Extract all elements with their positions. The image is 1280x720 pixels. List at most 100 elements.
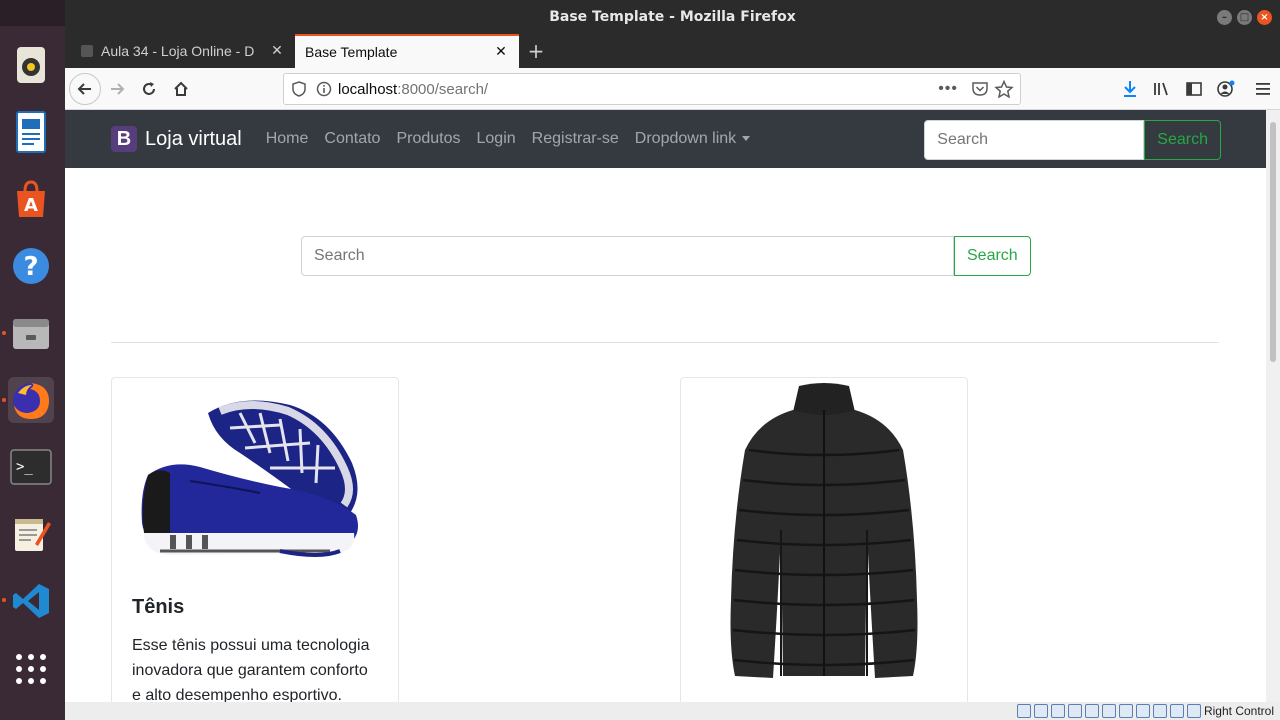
svg-text:?: ? xyxy=(23,252,38,282)
shared-folders-icon[interactable] xyxy=(1101,704,1116,718)
new-tab-button[interactable]: + xyxy=(519,34,553,68)
minimize-button[interactable]: – xyxy=(1217,10,1232,25)
dock-top-bar xyxy=(0,0,65,26)
dropdown-label: Dropdown link xyxy=(634,130,737,147)
bootstrap-logo-icon: B xyxy=(111,126,137,152)
libreoffice-writer-icon[interactable] xyxy=(8,109,54,155)
ubuntu-dock: A ? >_ xyxy=(0,0,65,720)
hard-disk-icon[interactable] xyxy=(1016,704,1031,718)
window-title: Base Template - Mozilla Firefox xyxy=(549,9,796,25)
nav-link-contato[interactable]: Contato xyxy=(324,130,380,148)
library-button[interactable] xyxy=(1146,73,1178,105)
nav-dropdown-link[interactable]: Dropdown link xyxy=(634,130,751,148)
rhythmbox-icon[interactable] xyxy=(8,42,54,88)
download-icon xyxy=(1124,81,1136,97)
host-key-label: Right Control xyxy=(1203,704,1274,718)
nav-link-produtos[interactable]: Produtos xyxy=(396,130,460,148)
dock-running-indicator xyxy=(2,598,6,602)
menu-button[interactable] xyxy=(1248,73,1280,105)
navbar-search-input[interactable] xyxy=(924,120,1145,160)
product-card: Tênis Esse tênis possui uma tecnologia i… xyxy=(111,377,399,702)
reload-icon xyxy=(143,81,155,95)
tab-base-template[interactable]: Base Template ✕ xyxy=(295,34,519,68)
maximize-button[interactable]: □ xyxy=(1237,10,1252,25)
main-search-input[interactable] xyxy=(301,236,954,276)
bookmark-star-icon[interactable] xyxy=(992,80,1020,98)
tab-bar: Aula 34 - Loja Online - D ✕ Base Templat… xyxy=(65,34,1280,68)
navbar-search-button[interactable]: Search xyxy=(1144,120,1221,160)
brand-name: Loja virtual xyxy=(145,127,242,150)
product-card-body: Tênis Esse tênis possui uma tecnologia i… xyxy=(112,578,398,702)
sidebar-button[interactable] xyxy=(1178,73,1210,105)
tab-label: Base Template xyxy=(305,44,398,60)
firefox-icon[interactable] xyxy=(8,377,54,423)
audio-icon[interactable] xyxy=(1050,704,1065,718)
page-actions-icon[interactable]: ••• xyxy=(938,80,958,98)
downloads-button[interactable] xyxy=(1114,73,1146,105)
product-card xyxy=(680,377,968,702)
mouse-integration-icon[interactable] xyxy=(1169,704,1184,718)
library-icon xyxy=(1154,82,1168,96)
sneaker-image xyxy=(141,400,358,557)
product-title: Tênis xyxy=(132,596,185,618)
home-button[interactable] xyxy=(165,73,197,105)
product-image-sneaker[interactable] xyxy=(112,378,398,578)
dock-running-indicator xyxy=(2,398,6,402)
software-center-icon[interactable]: A xyxy=(8,176,54,222)
nav-link-home[interactable]: Home xyxy=(266,130,309,148)
vscode-icon[interactable] xyxy=(8,578,54,624)
main-search-button[interactable]: Search xyxy=(954,236,1031,276)
reload-button[interactable] xyxy=(133,73,165,105)
close-window-button[interactable]: × xyxy=(1257,10,1272,25)
scrollbar-thumb[interactable] xyxy=(1270,122,1276,362)
svg-text:>_: >_ xyxy=(16,459,33,475)
svg-text:A: A xyxy=(24,195,38,216)
url-path: :8000/search/ xyxy=(397,80,489,98)
product-image-jacket[interactable] xyxy=(681,378,967,682)
optical-drive-icon[interactable] xyxy=(1033,704,1048,718)
tab-label: Aula 34 - Loja Online - D xyxy=(101,43,255,59)
url-host: localhost xyxy=(338,80,398,98)
tab-close-icon[interactable]: ✕ xyxy=(493,44,509,60)
account-icon xyxy=(1217,80,1235,97)
shield-icon[interactable] xyxy=(284,81,314,97)
dock-running-indicator xyxy=(2,331,6,335)
window-titlebar: Base Template - Mozilla Firefox – □ × xyxy=(65,0,1280,34)
back-button[interactable] xyxy=(69,72,101,105)
tab-favicon-icon xyxy=(81,45,93,57)
tab-aula-34[interactable]: Aula 34 - Loja Online - D ✕ xyxy=(71,34,295,68)
firefox-window: Base Template - Mozilla Firefox – □ × Au… xyxy=(65,0,1280,720)
browser-toolbar: localhost:8000/search/ ••• xyxy=(65,68,1280,110)
page-scrollbar[interactable] xyxy=(1266,110,1280,702)
home-icon xyxy=(174,81,188,96)
keyboard-icon[interactable] xyxy=(1186,704,1201,718)
info-icon[interactable] xyxy=(314,81,338,97)
file-manager-icon[interactable] xyxy=(8,310,54,356)
nav-link-registrar[interactable]: Registrar-se xyxy=(532,130,619,148)
cpu-icon[interactable] xyxy=(1152,704,1167,718)
section-divider xyxy=(111,342,1219,343)
back-arrow-icon xyxy=(77,82,91,95)
text-editor-icon[interactable] xyxy=(8,511,54,557)
forward-button[interactable] xyxy=(101,73,133,105)
help-icon[interactable]: ? xyxy=(8,243,54,289)
account-button[interactable] xyxy=(1210,73,1242,105)
show-applications-icon[interactable] xyxy=(8,646,54,692)
sidebar-icon xyxy=(1186,82,1202,96)
product-description: Esse tênis possui uma tecnologia inovado… xyxy=(132,637,370,702)
product-card-body xyxy=(681,682,967,702)
tab-close-icon[interactable]: ✕ xyxy=(269,43,285,59)
network-icon[interactable] xyxy=(1067,704,1082,718)
display-icon[interactable] xyxy=(1118,704,1133,718)
jacket-image xyxy=(730,383,918,678)
recording-icon[interactable] xyxy=(1135,704,1150,718)
pocket-icon[interactable] xyxy=(970,81,992,97)
usb-icon[interactable] xyxy=(1084,704,1099,718)
nav-link-login[interactable]: Login xyxy=(477,130,516,148)
main-search-form: Search xyxy=(301,236,1031,276)
forward-arrow-icon xyxy=(111,82,125,95)
virtualbox-statusbar: Right Control xyxy=(65,702,1280,720)
navbar-brand[interactable]: B Loja virtual xyxy=(111,126,242,152)
terminal-icon[interactable]: >_ xyxy=(8,444,54,490)
url-bar[interactable]: localhost:8000/search/ ••• xyxy=(283,73,1021,105)
